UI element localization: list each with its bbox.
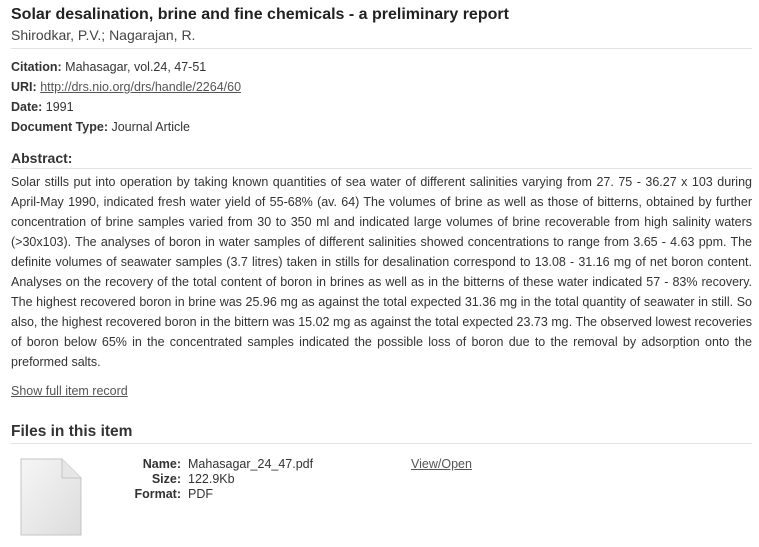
doctype-label: Document Type: [11, 120, 108, 134]
uri-row: URI: http://drs.nio.org/drs/handle/2264/… [11, 80, 241, 94]
date-row: Date: 1991 [11, 100, 74, 114]
date-label: Date: [11, 100, 43, 114]
files-divider [11, 443, 752, 444]
abstract-divider [11, 168, 752, 169]
file-size-value: 122.9Kb [188, 472, 235, 486]
files-heading: Files in this item [11, 423, 133, 440]
abstract-text: Solar stills put into operation by takin… [11, 175, 752, 369]
uri-link[interactable]: http://drs.nio.org/drs/handle/2264/60 [40, 80, 241, 94]
file-size-label: Size: [151, 472, 181, 486]
citation-value: Mahasagar, vol.24, 47-51 [65, 60, 207, 74]
item-title: Solar desalination, brine and fine chemi… [11, 6, 509, 23]
file-format-value: PDF [188, 487, 213, 501]
doctype-row: Document Type: Journal Article [11, 120, 190, 134]
file-name-value: Mahasagar_24_47.pdf [188, 457, 314, 471]
abstract-heading: Abstract: [11, 150, 73, 166]
view-open-link[interactable]: View/Open [411, 457, 472, 471]
citation-label: Citation: [11, 60, 62, 74]
item-authors: Shirodkar, P.V.; Nagarajan, R. [11, 27, 196, 43]
show-full-record-link[interactable]: Show full item record [11, 384, 128, 398]
file-name-label: Name: [142, 457, 181, 471]
title-divider [11, 48, 752, 49]
uri-label: URI: [11, 80, 37, 94]
doctype-value: Journal Article [111, 120, 190, 134]
document-icon-graphic [20, 458, 82, 536]
date-value: 1991 [45, 100, 74, 114]
file-format-label: Format: [134, 487, 181, 501]
citation-row: Citation: Mahasagar, vol.24, 47-51 [11, 60, 206, 74]
document-icon[interactable] [20, 457, 82, 537]
